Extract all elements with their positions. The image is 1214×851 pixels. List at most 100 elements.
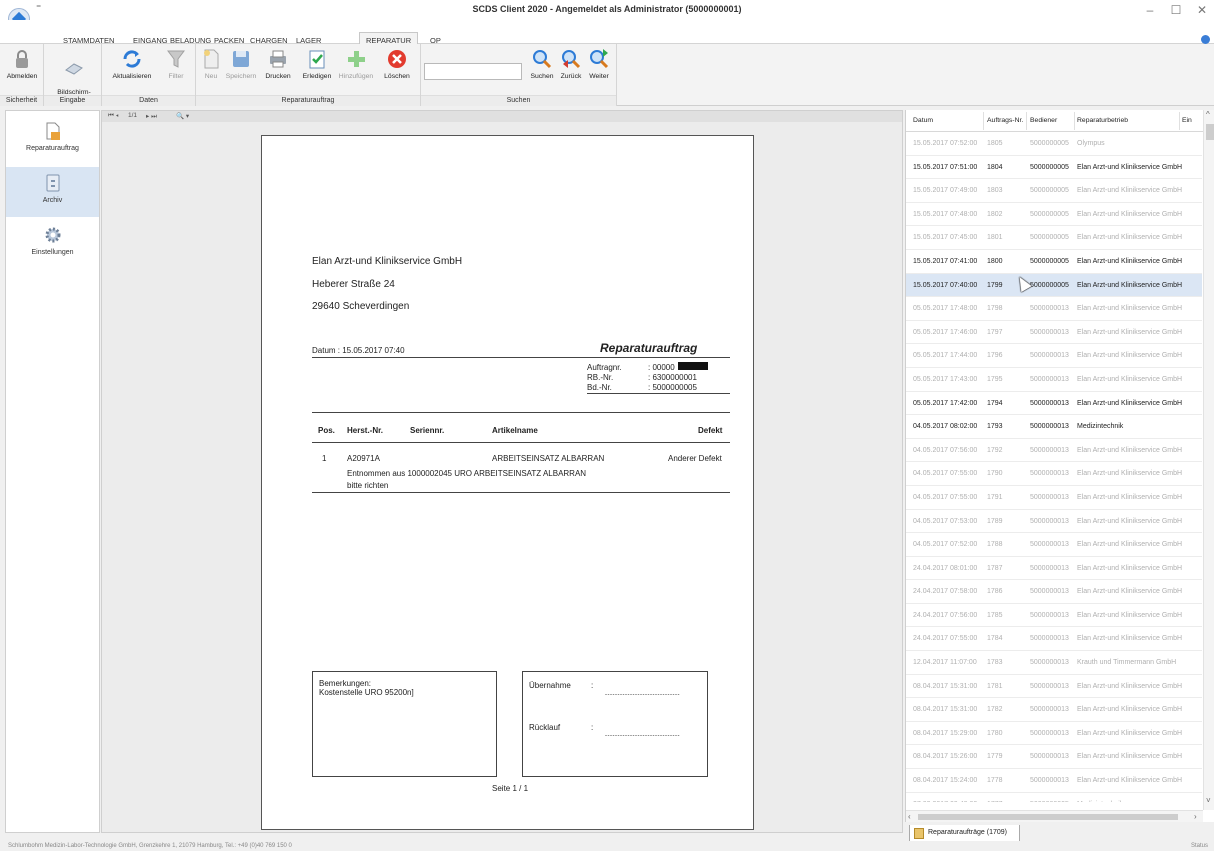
col-seriennr: Seriennr. (410, 426, 445, 435)
company-name: Elan Arzt-und Klinikservice GmbH (312, 256, 463, 267)
nav-reparaturauftrag[interactable]: Reparaturauftrag (6, 115, 99, 165)
bemerkungen-label: Bemerkungen: (319, 679, 372, 688)
maximize-button[interactable]: ☐ (1164, 2, 1188, 18)
table-row[interactable]: 24.04.2017 07:56:00 1785 5000000013 Elan Ar… (906, 604, 1202, 628)
table-row[interactable]: 04.05.2017 08:02:00 1793 5000000013 Medizin… (906, 415, 1202, 439)
orders-grid: Datum Auftrags-Nr. Bediener Reparaturbet… (905, 110, 1214, 822)
header-separator[interactable] (983, 112, 984, 130)
table-row[interactable]: 08.04.2017 15:31:00 1782 5000000013 Elan Ar… (906, 698, 1202, 722)
cell-auftragsnr: 1787 (987, 564, 1003, 572)
drucken-button[interactable]: Drucken (262, 48, 294, 80)
header-datum[interactable]: Datum (913, 117, 933, 124)
horizontal-scrollbar[interactable]: ‹ › (906, 810, 1203, 822)
cell-bediener: 5000000013 (1030, 399, 1069, 407)
cell-bediener: 5000000005 (1030, 210, 1069, 218)
filter-button[interactable]: Filter (162, 48, 190, 80)
cell-datum: 24.04.2017 07:58:00 (913, 588, 978, 596)
meta-value-auftragnr: : 00000 (648, 363, 675, 372)
table-row[interactable]: 15.05.2017 07:49:00 1803 5000000005 Elan Ar… (906, 179, 1202, 203)
tab-reparaturauftraege[interactable]: Reparaturaufträge (1709) (909, 825, 1020, 842)
table-row[interactable]: 24.04.2017 07:55:00 1784 5000000013 Elan Ar… (906, 627, 1202, 652)
erledigen-button[interactable]: Erledigen (300, 48, 334, 80)
cell-bediener: 5000000013 (1030, 375, 1069, 383)
hinzufuegen-button[interactable]: Hinzufügen (336, 48, 376, 80)
close-button[interactable]: ✕ (1190, 2, 1214, 18)
table-row[interactable]: 04.05.2017 07:55:00 1790 5000000013 Elan Ar… (906, 462, 1202, 486)
table-row[interactable]: 15.05.2017 07:45:00 1801 5000000005 Elan Ar… (906, 226, 1202, 250)
scroll-thumb-horizontal[interactable] (918, 814, 1178, 820)
neu-button[interactable]: Neu (200, 48, 222, 80)
header-auftragsnr[interactable]: Auftrags-Nr. (987, 117, 1023, 124)
table-row[interactable]: 15.05.2017 07:40:00 1799 5000000005 Elan Ar… (906, 273, 1202, 298)
first-page-button[interactable]: ⏮ ◂ (108, 112, 119, 120)
preview-toolbar: ⏮ ◂ 1/1 ▸ ⏭ 🔍 ▾ (102, 111, 902, 122)
cell-bediener: 5000000013 (1030, 352, 1069, 360)
header-separator[interactable] (1026, 112, 1027, 130)
table-row[interactable]: 05.05.2017 17:42:00 1794 5000000013 Elan Ar… (906, 392, 1202, 416)
group-daten: Aktualisieren Filter Daten (102, 44, 196, 106)
table-row[interactable]: 08.04.2017 15:31:00 1781 5000000013 Elan Ar… (906, 675, 1202, 699)
filter-icon (167, 50, 185, 68)
table-row[interactable]: 05.05.2017 17:46:00 1797 5000000013 Elan Ar… (906, 321, 1202, 345)
suchen-button[interactable]: Suchen (527, 48, 557, 80)
header-separator[interactable] (1074, 112, 1075, 130)
scroll-thumb[interactable] (1206, 124, 1214, 140)
scroll-up-icon[interactable]: ^ (1206, 110, 1210, 119)
table-row[interactable]: 27.03.2017 09:48:00 1777 5000000005 Medizin… (906, 793, 1202, 802)
zurueck-button[interactable]: Zurück (556, 48, 586, 80)
table-row[interactable]: 08.04.2017 15:26:00 1779 5000000013 Elan Ar… (906, 745, 1202, 770)
vertical-scrollbar[interactable]: ^ ˅ (1203, 110, 1214, 810)
cell-auftragsnr: 1778 (987, 777, 1003, 785)
table-row[interactable]: 08.04.2017 15:29:00 1780 5000000013 Elan Ar… (906, 722, 1202, 746)
table-row[interactable]: 15.05.2017 07:52:00 1805 5000000005 Olympus (906, 132, 1202, 156)
table-row[interactable]: 12.04.2017 11:07:00 1783 5000000013 Krauth … (906, 651, 1202, 675)
document-icon (914, 828, 924, 839)
help-icon[interactable] (1201, 35, 1210, 44)
table-row[interactable]: 15.05.2017 07:41:00 1800 5000000005 Elan Ar… (906, 250, 1202, 274)
weiter-button[interactable]: Weiter (585, 48, 613, 80)
table-row[interactable]: 05.05.2017 17:48:00 1798 5000000013 Elan Ar… (906, 297, 1202, 321)
table-row[interactable]: 24.04.2017 08:01:00 1787 5000000013 Elan Ar… (906, 557, 1202, 581)
zoom-button[interactable]: 🔍 ▾ (176, 112, 189, 120)
lock-icon (16, 50, 28, 68)
search-input[interactable] (424, 63, 522, 80)
header-bediener[interactable]: Bediener (1030, 117, 1057, 124)
scroll-right-icon[interactable]: › (1194, 812, 1197, 821)
scroll-down-icon[interactable]: ˅ (1206, 796, 1211, 805)
cell-auftragsnr: 1777 (987, 801, 1003, 802)
cell-reparaturbetrieb: Medizintechnik (1077, 801, 1123, 802)
report-preview: ⏮ ◂ 1/1 ▸ ⏭ 🔍 ▾ Elan Arzt-und Klinikserv… (101, 110, 903, 833)
cell-reparaturbetrieb: Elan Arzt-und Klinikservice GmbH (1077, 210, 1183, 218)
table-row[interactable]: 04.05.2017 07:52:00 1788 5000000013 Elan Ar… (906, 533, 1202, 557)
table-row[interactable]: 24.04.2017 07:58:00 1786 5000000013 Elan Ar… (906, 580, 1202, 604)
cell-auftragsnr: 1785 (987, 611, 1003, 619)
cell-datum: 04.05.2017 08:02:00 (913, 423, 978, 431)
table-row[interactable]: 04.05.2017 07:55:00 1791 5000000013 Elan Ar… (906, 486, 1202, 510)
aktualisieren-button[interactable]: Aktualisieren (108, 48, 156, 80)
doc-datum: Datum : 15.05.2017 07:40 (312, 346, 405, 355)
status-label: Status (1190, 843, 1208, 849)
plus-icon (348, 51, 365, 67)
cell-bediener: 5000000013 (1030, 328, 1069, 336)
table-row[interactable]: 04.05.2017 07:56:00 1792 5000000013 Elan Ar… (906, 439, 1202, 463)
nav-archiv[interactable]: Archiv (6, 167, 99, 217)
header-ein[interactable]: Ein (1182, 117, 1192, 124)
scroll-left-icon[interactable]: ‹ (908, 812, 911, 821)
minimize-button[interactable]: – (1138, 2, 1162, 18)
header-reparaturbetrieb[interactable]: Reparaturbetrieb (1077, 117, 1128, 124)
abmelden-button[interactable]: Abmelden (4, 48, 40, 80)
group-label-suchen: Suchen (421, 95, 616, 106)
table-row[interactable]: 15.05.2017 07:51:00 1804 5000000005 Elan Ar… (906, 156, 1202, 180)
table-row[interactable]: 08.04.2017 15:24:00 1778 5000000013 Elan Ar… (906, 769, 1202, 793)
header-separator[interactable] (1179, 112, 1180, 130)
cell-bediener: 5000000013 (1030, 777, 1069, 785)
next-page-button[interactable]: ▸ ⏭ (146, 112, 157, 121)
speichern-button[interactable]: Speichern (224, 48, 258, 80)
table-row[interactable]: 04.05.2017 07:53:00 1789 5000000013 Elan Ar… (906, 510, 1202, 534)
table-row[interactable]: 05.05.2017 17:44:00 1796 5000000013 Elan Ar… (906, 344, 1202, 368)
nav-einstellungen[interactable]: Einstellungen (6, 219, 99, 269)
cell-bediener: 5000000013 (1030, 493, 1069, 501)
table-row[interactable]: 05.05.2017 17:43:00 1795 5000000013 Elan Ar… (906, 368, 1202, 392)
table-row[interactable]: 15.05.2017 07:48:00 1802 5000000005 Elan Ar… (906, 203, 1202, 227)
loeschen-button[interactable]: Löschen (380, 48, 414, 80)
